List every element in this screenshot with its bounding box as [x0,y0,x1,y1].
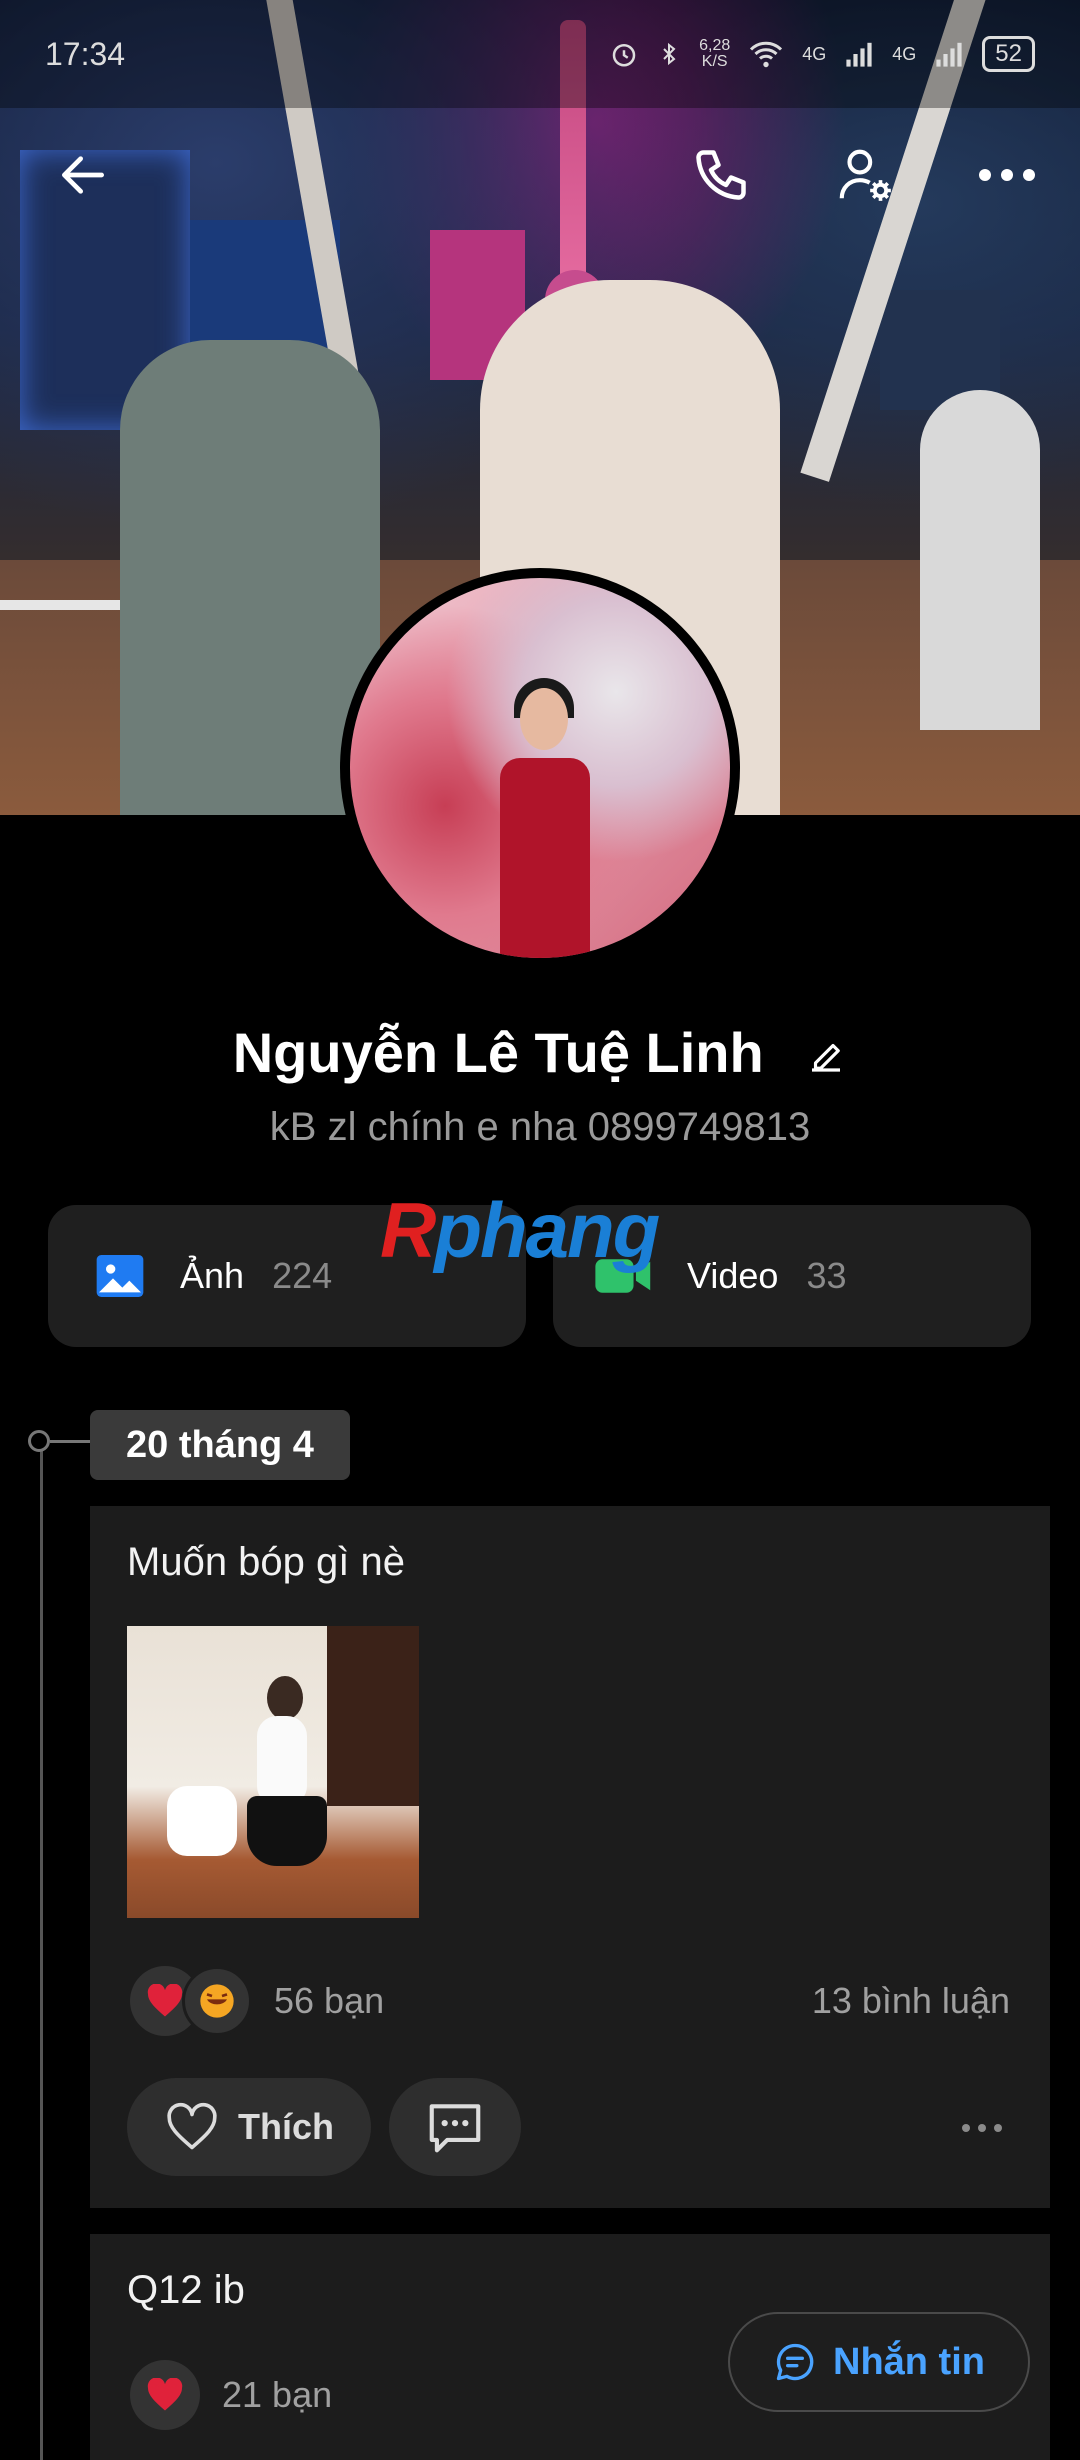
chat-bubble-icon [776,2343,814,2381]
message-label: Nhắn tin [833,2340,985,2383]
comment-button[interactable] [389,2078,521,2176]
reaction-count: 21 bạn [222,2374,333,2415]
heart-reaction-icon [130,2360,200,2430]
profile-name: Nguyễn Lê Tuệ Linh [232,1021,764,1084]
top-nav [0,130,1080,230]
bluetooth-icon [663,42,676,66]
like-label: Thích [238,2106,334,2147]
heart-outline-icon [167,2102,217,2150]
post-more-button[interactable] [947,2108,1017,2148]
pencil-icon [812,1043,841,1072]
more-button[interactable] [962,130,1052,220]
timeline-line [40,1443,43,2460]
status-icons: 6,28 K/S 4G 4G 52 [609,36,1035,72]
alarm-icon [612,44,636,67]
photos-count: 224 [272,1255,333,1296]
user-settings-icon [839,149,891,201]
dot [962,2124,970,2132]
comment-count[interactable]: 13 bình luận [812,1980,1010,2022]
watermark-logo: Rphang [380,1186,660,1274]
phone-icon [696,150,746,200]
net-speed: 6,28 K/S [699,37,731,70]
avatar-head [520,688,568,750]
back-button[interactable] [38,130,128,220]
status-bar: 17:34 6,28 K/S 4G 4G 52 [0,0,1080,108]
more-horizontal-icon [979,169,1035,181]
profile-name-row: Nguyễn Lê Tuệ Linh [0,1020,1080,1090]
battery-indicator: 52 [982,36,1035,72]
like-button[interactable]: Thích [127,2078,371,2176]
photo-person-top [257,1716,307,1806]
photo-person-head [267,1676,303,1720]
avatar-dress [500,758,590,958]
timeline-dot [28,1430,50,1452]
timeline-connector [50,1440,90,1443]
laugh-reaction-icon [182,1966,252,2036]
signal-icon [846,42,872,67]
arrow-left-icon [61,156,104,194]
call-button[interactable] [676,130,766,220]
dot [978,2124,986,2132]
status-time: 17:34 [45,35,126,72]
photo-icon [96,1255,144,1297]
post-photo[interactable] [127,1626,419,1918]
edit-name-button[interactable] [805,1025,847,1090]
dot [994,2124,1002,2132]
wifi-icon [750,41,783,68]
reaction-count: 56 bạn [274,1980,385,2021]
avatar-frame [340,568,740,968]
signal-label-1: 4G [802,43,827,64]
profile-bio: kB zl chính e nha 0899749813 [269,1105,811,1149]
signal-label-2: 4G [892,43,917,64]
profile-settings-button[interactable] [820,130,910,220]
post-text: Muốn bóp gì nè [127,1540,405,1584]
signal-icon [936,42,962,67]
message-button[interactable]: Nhắn tin [728,2312,1030,2412]
videos-label: Video [687,1255,779,1296]
comment-icon [429,2104,481,2153]
photo-pillow [167,1786,237,1856]
avatar[interactable] [350,578,730,958]
videos-count: 33 [806,1255,847,1296]
photo-person-skirt [247,1796,327,1866]
date-chip: 20 tháng 4 [90,1410,350,1480]
cover-person [920,390,1040,730]
reaction-summary[interactable]: 56 bạn 13 bình luận [130,1966,1010,2036]
photo-wall [327,1626,419,1806]
photos-label: Ảnh [180,1255,245,1296]
post-actions: Thích [127,2078,1017,2176]
post-card: Muốn bóp gì nè 56 bạn 13 bình luận Thích [90,1506,1050,2208]
post-text: Q12 ib [127,2268,245,2312]
